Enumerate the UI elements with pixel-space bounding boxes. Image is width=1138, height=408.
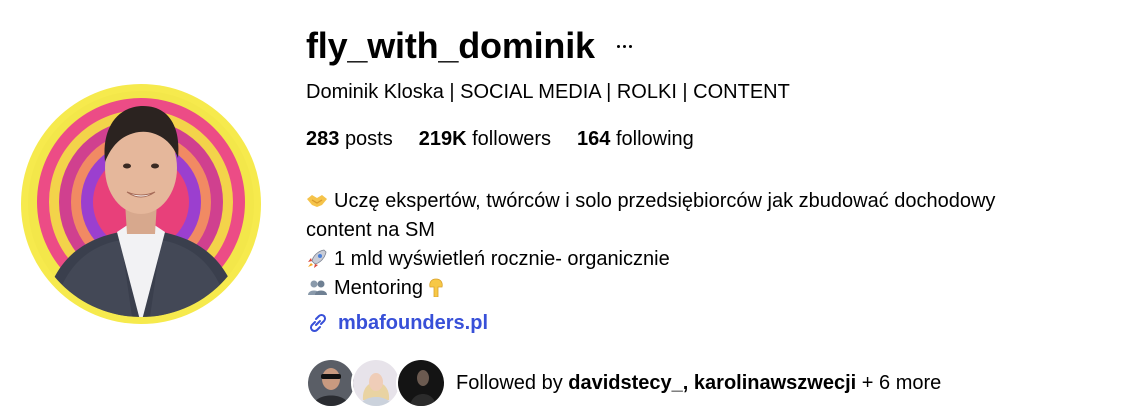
profile-avatar[interactable] — [21, 84, 261, 324]
bio-text-1: Uczę ekspertów, twórców i solo przedsięb… — [334, 190, 996, 212]
profile-stats: 283 posts 219K followers 164 following — [306, 127, 694, 151]
followed-by-user-2: karolinawszwecji — [693, 372, 857, 394]
bio-line-2: content na SM — [306, 219, 435, 241]
profile-link[interactable]: mbafounders.pl — [306, 310, 488, 336]
following-count: 164 — [577, 128, 611, 150]
follower-avatar-1 — [306, 358, 356, 408]
rocket-emoji-icon — [308, 249, 327, 268]
handshake-emoji-icon — [307, 195, 327, 207]
followed-by-text[interactable]: Followed by davidstecy_, karolinawszwecj… — [456, 370, 941, 396]
bio-line-4: Mentoring — [306, 274, 1126, 303]
followers-stat[interactable]: 219K followers — [419, 127, 551, 151]
busts-emoji-icon — [308, 280, 327, 295]
followed-by-more: + 6 more — [861, 372, 942, 394]
posts-count: 283 — [306, 128, 340, 150]
bio-line-1: Uczę ekspertów, twórców i solo przedsięb… — [306, 187, 1126, 216]
bio-text-3: 1 mld wyświetleń rocznie- organicznie — [334, 248, 670, 270]
followed-by-row: Followed by davidstecy_, karolinawszwecj… — [306, 358, 941, 408]
posts-stat[interactable]: 283 posts — [306, 127, 393, 151]
followers-label: followers — [472, 128, 552, 150]
posts-label: posts — [344, 128, 393, 150]
pointing-down-emoji-icon — [429, 278, 443, 297]
following-stat[interactable]: 164 following — [577, 127, 694, 151]
link-chain-icon — [309, 313, 327, 333]
profile-full-name: Dominik Kloska | SOCIAL MEDIA | ROLKI | … — [306, 81, 790, 103]
followers-count: 219K — [418, 128, 467, 150]
profile-avatar-image — [21, 84, 261, 324]
username-row: fly_with_dominik — [306, 22, 636, 70]
more-options-icon[interactable] — [613, 39, 636, 54]
follower-avatar-2 — [351, 358, 401, 408]
username: fly_with_dominik — [306, 25, 595, 66]
followed-by-user-1: davidstecy_ — [568, 372, 683, 394]
follower-avatar-3 — [396, 358, 446, 408]
followed-by-prefix: Followed by — [456, 372, 563, 394]
profile-bio: Uczę ekspertów, twórców i solo przedsięb… — [306, 187, 1126, 303]
bio-text-4: Mentoring — [334, 277, 423, 299]
following-label: following — [615, 128, 694, 150]
followed-by-avatars[interactable] — [306, 358, 446, 408]
bio-line-3: 1 mld wyświetleń rocznie- organicznie — [306, 245, 1126, 274]
followed-by-separator: , — [682, 372, 689, 394]
profile-link-text: mbafounders.pl — [338, 312, 489, 334]
